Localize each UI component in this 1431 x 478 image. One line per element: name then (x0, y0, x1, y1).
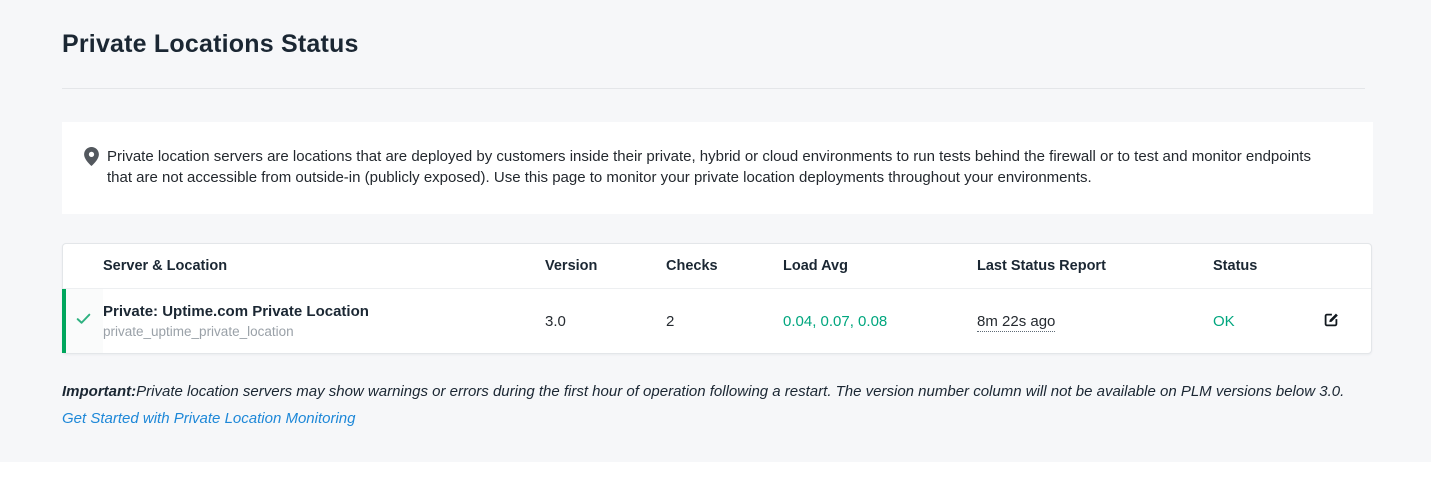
checks-cell: 2 (666, 312, 675, 330)
location-slug: private_uptime_private_location (103, 324, 294, 339)
col-status: Status (1213, 258, 1258, 274)
important-note: Important:Private location servers may s… (62, 381, 1371, 429)
check-icon (75, 310, 92, 332)
row-status-bar (62, 289, 66, 353)
important-text: Private location servers may show warnin… (136, 383, 1345, 400)
last-status-report-cell: 8m 22s ago (977, 312, 1213, 332)
col-load-avg: Load Avg (783, 258, 848, 274)
version-cell: 3.0 (545, 312, 566, 330)
last-status-report-value[interactable]: 8m 22s ago (977, 312, 1056, 332)
load-avg-cell: 0.04, 0.07, 0.08 (783, 312, 888, 330)
table-row: Private: Uptime.com Private Location pri… (62, 288, 1371, 353)
location-name: Private: Uptime.com Private Location (103, 303, 369, 320)
actions-cell (1320, 309, 1371, 334)
location-pin-icon (84, 147, 99, 171)
table-header: Server & Location Version Checks Load Av… (63, 244, 1371, 288)
edit-icon (1322, 311, 1340, 332)
private-locations-page: Private Locations Status Private locatio… (0, 0, 1431, 429)
locations-table: Server & Location Version Checks Load Av… (62, 243, 1372, 354)
edit-button[interactable] (1320, 309, 1342, 334)
col-server-location: Server & Location (103, 258, 228, 274)
col-checks: Checks (666, 258, 718, 274)
title-divider (62, 88, 1365, 89)
get-started-link[interactable]: Get Started with Private Location Monito… (62, 408, 355, 429)
info-banner: Private location servers are locations t… (62, 122, 1373, 214)
important-label: Important: (62, 383, 137, 400)
col-version: Version (545, 258, 598, 274)
page-title: Private Locations Status (62, 30, 359, 58)
info-banner-text: Private location servers are locations t… (107, 148, 1311, 186)
col-last-status-report: Last Status Report (977, 258, 1106, 274)
bottom-strip (0, 462, 1431, 478)
row-check-cell (63, 289, 103, 353)
server-location-cell: Private: Uptime.com Private Location pri… (103, 303, 545, 339)
status-cell: OK (1213, 312, 1235, 330)
